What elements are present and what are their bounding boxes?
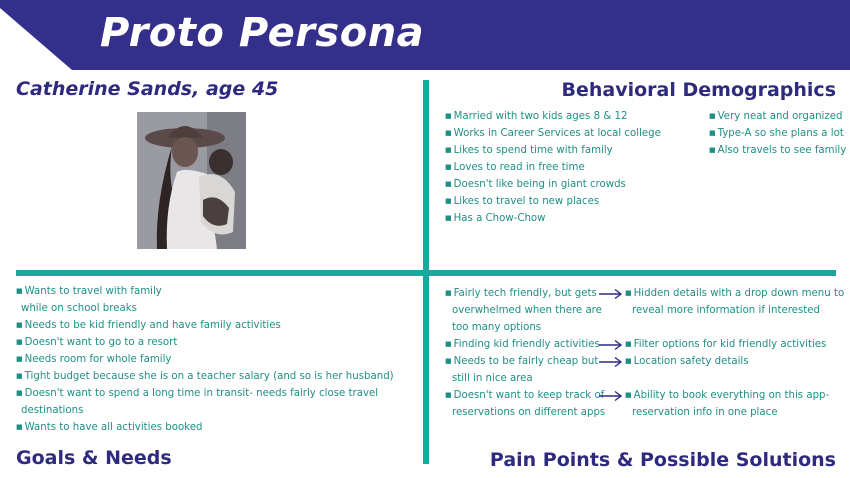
pain-point-1: ■ Fairly tech friendly, but gets overwhel… [445, 288, 602, 333]
solution-4: ■ Ability to book everything on this app-… [625, 390, 830, 418]
solution-1: ■ Hidden details with a drop down menu to… [625, 288, 845, 316]
list-item: ■ Has a Chow-Chow [445, 213, 546, 224]
list-item-continuation: destinations [21, 405, 84, 416]
list-item: ■ Wants to travel with family [16, 286, 162, 297]
goals-heading: Goals & Needs [16, 447, 172, 469]
arrow-right-icon [599, 390, 623, 402]
list-item: ■ Needs room for whole family [16, 354, 172, 365]
list-item: ■ Married with two kids ages 8 & 12 [445, 111, 628, 122]
list-item: ■ Tight budget because she is on a teache… [16, 371, 394, 382]
persona-photo [137, 112, 246, 249]
pain-point-2: ■ Finding kid friendly activities [445, 339, 600, 350]
list-item: ■ Likes to travel to new places [445, 196, 600, 207]
list-item: ■ Needs to be kid friendly and have famil… [16, 320, 281, 331]
goals-list: ■ Wants to travel with family while on sc… [16, 283, 394, 436]
arrow-right-icon [599, 288, 623, 300]
solution-2: ■ Filter options for kid friendly activit… [625, 339, 827, 350]
list-item: ■ Doesn't want to spend a long time in tr… [16, 388, 379, 399]
pain-point-3: ■ Needs to be fairly cheap but still in n… [445, 356, 599, 384]
arrow-right-icon [599, 339, 623, 351]
behavioral-list-left: ■ Married with two kids ages 8 & 12 ■ Work… [445, 108, 661, 227]
list-item: ■ Likes to spend time with family [445, 145, 613, 156]
pain-point-4: ■ Doesn't want to keep track of reservati… [445, 390, 606, 418]
list-item-continuation: while on school breaks [21, 303, 137, 314]
behavioral-list-right: ■ Very neat and organized ■ Type-A so she … [709, 108, 846, 159]
solution-3: ■ Location safety details [625, 356, 749, 367]
list-item: ■ Very neat and organized [709, 111, 843, 122]
pain-heading: Pain Points & Possible Solutions [489, 449, 836, 471]
header-banner: Proto Persona [0, 0, 850, 70]
behavioral-heading: Behavioral Demographics [561, 79, 837, 101]
list-item: ■ Wants to have all activities booked [16, 422, 203, 433]
page-title: Proto Persona [100, 10, 425, 56]
list-item: ■ Also travels to see family [709, 145, 847, 156]
horizontal-divider [16, 270, 836, 276]
list-item: ■ Works in Career Services at local colle… [445, 128, 661, 139]
list-item: ■ Type-A so she plans a lot [709, 128, 844, 139]
list-item: ■ Loves to read in free time [445, 162, 585, 173]
arrow-right-icon [599, 356, 623, 368]
photo-illustration [137, 112, 246, 249]
list-item: ■ Doesn't like being in giant crowds [445, 179, 626, 190]
persona-name: Catherine Sands, age 45 [16, 78, 279, 100]
list-item: ■ Doesn't want to go to a resort [16, 337, 178, 348]
